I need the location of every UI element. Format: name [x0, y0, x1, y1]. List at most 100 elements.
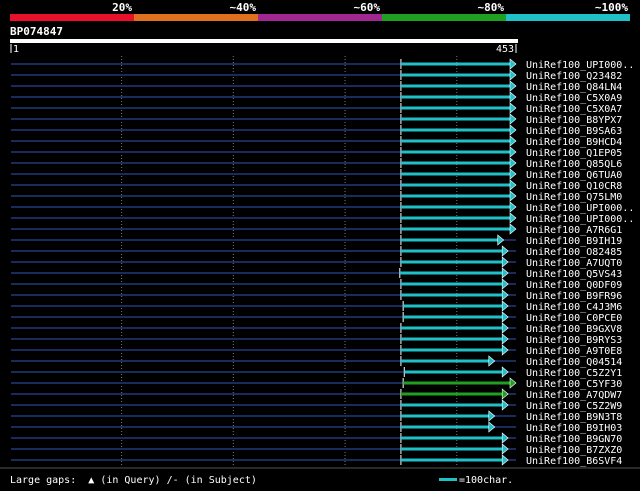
hit-label: UniRef100_A9T0E8 — [526, 346, 622, 357]
hit-row: UniRef100_B9IH03 — [11, 421, 622, 434]
hit-arrowhead — [501, 278, 509, 290]
hit-bar — [400, 73, 511, 77]
hit-arrowhead — [488, 355, 496, 367]
query-sequence-bar — [10, 39, 518, 43]
identity-scale-bar — [10, 14, 630, 21]
hit-bar — [400, 95, 511, 99]
hit-label: UniRef100_A7QDW7 — [526, 390, 622, 401]
scale-legend-swatch — [439, 478, 457, 481]
hit-arrowhead — [501, 267, 509, 279]
hit-bar — [400, 62, 511, 66]
hit-row: UniRef100_B9GN70 — [11, 432, 622, 445]
hit-label: UniRef100_Q5VS43 — [526, 269, 622, 280]
hit-row: UniRef100_B9FR96 — [11, 289, 622, 302]
hit-arrowhead — [509, 157, 517, 169]
hit-label: UniRef100_B9FR96 — [526, 291, 622, 302]
hit-arrowhead — [509, 80, 517, 92]
hit-label: UniRef100_B9SA63 — [526, 126, 622, 137]
hit-row: UniRef100_Q04514 — [11, 355, 622, 368]
hit-row: UniRef100_A7UQT0 — [11, 256, 622, 269]
hit-row: UniRef100_B9HCD4 — [11, 135, 622, 148]
hit-bar — [400, 282, 504, 286]
hit-bar — [400, 139, 511, 143]
identity-scale-segment — [382, 14, 506, 21]
hit-row: UniRef100_Q0DF09 — [11, 278, 622, 291]
gaps-legend-prefix: Large gaps: — [10, 475, 76, 486]
hit-row: UniRef100_B6SVF4 — [11, 454, 622, 467]
hit-label: UniRef100_C5X0A7 — [526, 104, 622, 115]
hit-arrowhead — [501, 443, 509, 455]
hit-arrowhead — [501, 245, 509, 257]
hit-label: UniRef100_Q04514 — [526, 357, 622, 368]
hit-arrowhead — [509, 179, 517, 191]
hit-arrowhead — [501, 399, 509, 411]
hit-row: UniRef100_Q75LM0 — [11, 190, 622, 203]
identity-scale-label: ~80% — [478, 1, 505, 14]
hit-row: UniRef100_C4J3M6 — [11, 300, 622, 313]
hit-row: UniRef100_C5X0A9 — [11, 91, 622, 104]
hit-arrowhead — [501, 322, 509, 334]
hit-label: UniRef100_B9GN70 — [526, 434, 622, 445]
hit-arrowhead — [509, 124, 517, 136]
hit-row: UniRef100_B7ZXZ0 — [11, 443, 622, 456]
hit-bar — [400, 194, 511, 198]
hit-arrowhead — [501, 333, 509, 345]
hit-arrowhead — [509, 135, 517, 147]
hit-row: UniRef100_B9N3T8 — [11, 410, 622, 423]
hit-arrowhead — [509, 146, 517, 158]
hit-arrowhead — [501, 311, 509, 323]
hit-row: UniRef100_C5Z2W9 — [11, 399, 622, 412]
hit-bar — [400, 403, 504, 407]
hit-label: UniRef100_B9IH03 — [526, 423, 622, 434]
hit-bar — [400, 205, 511, 209]
hit-row: UniRef100_O82485 — [11, 245, 622, 258]
hit-row: UniRef100_Q6TUA0 — [11, 168, 622, 181]
hit-arrowhead — [509, 377, 517, 389]
hit-bar — [400, 436, 504, 440]
hit-row: UniRef100_B9SA63 — [11, 124, 622, 137]
hit-label: UniRef100_Q85QL6 — [526, 159, 622, 170]
hit-arrowhead — [501, 388, 509, 400]
hit-bar — [400, 128, 511, 132]
query-start-label: 1 — [13, 44, 19, 55]
hit-bar — [400, 106, 511, 110]
hit-row: UniRef100_Q23482 — [11, 69, 622, 82]
hit-bar — [400, 238, 499, 242]
hit-row: UniRef100_C5Z2Y1 — [11, 366, 622, 379]
hit-row: UniRef100_C5YF30 — [11, 377, 622, 390]
hit-arrowhead — [488, 421, 496, 433]
hit-row: UniRef100_B9GXV8 — [11, 322, 622, 335]
hit-bar — [400, 161, 511, 165]
scale-legend-label: =100char. — [459, 475, 513, 486]
hit-arrowhead — [509, 201, 517, 213]
hit-arrowhead — [501, 366, 509, 378]
hit-row: UniRef100_A7QDW7 — [11, 388, 622, 401]
hit-bar — [400, 249, 504, 253]
hit-bar — [400, 183, 511, 187]
hit-arrowhead — [509, 91, 517, 103]
hit-bar — [400, 392, 504, 396]
hit-row: UniRef100_UPI000.. — [11, 212, 634, 225]
hit-label: UniRef100_UPI000.. — [526, 60, 634, 71]
hit-bar — [400, 337, 504, 341]
hit-row: UniRef100_C0PCE0 — [11, 311, 622, 324]
hit-arrowhead — [509, 58, 517, 70]
hit-arrowhead — [509, 168, 517, 180]
hit-label: UniRef100_C5YF30 — [526, 379, 622, 390]
hit-row: UniRef100_Q85QL6 — [11, 157, 622, 170]
hit-bar — [399, 271, 504, 275]
hit-bar — [400, 425, 490, 429]
gap-query-icon: ▲ — [88, 475, 94, 486]
hit-label: UniRef100_B7ZXZ0 — [526, 445, 622, 456]
hit-label: UniRef100_C5Z2W9 — [526, 401, 622, 412]
hit-label: UniRef100_A7UQT0 — [526, 258, 622, 269]
query-end-label: 453 — [496, 44, 514, 55]
hit-bar — [400, 326, 504, 330]
hit-row: UniRef100_Q84LN4 — [11, 80, 622, 93]
gaps-legend-query: (in Query) — [100, 475, 160, 486]
alignment-chart: 20% ~40% ~60% ~80% ~100% BP074847 1 453 UniR… — [0, 1, 640, 486]
hit-label: UniRef100_B9IH19 — [526, 236, 622, 247]
hit-bar — [400, 414, 490, 418]
hit-label: UniRef100_Q84LN4 — [526, 82, 622, 93]
identity-scale-label: ~60% — [354, 1, 381, 14]
